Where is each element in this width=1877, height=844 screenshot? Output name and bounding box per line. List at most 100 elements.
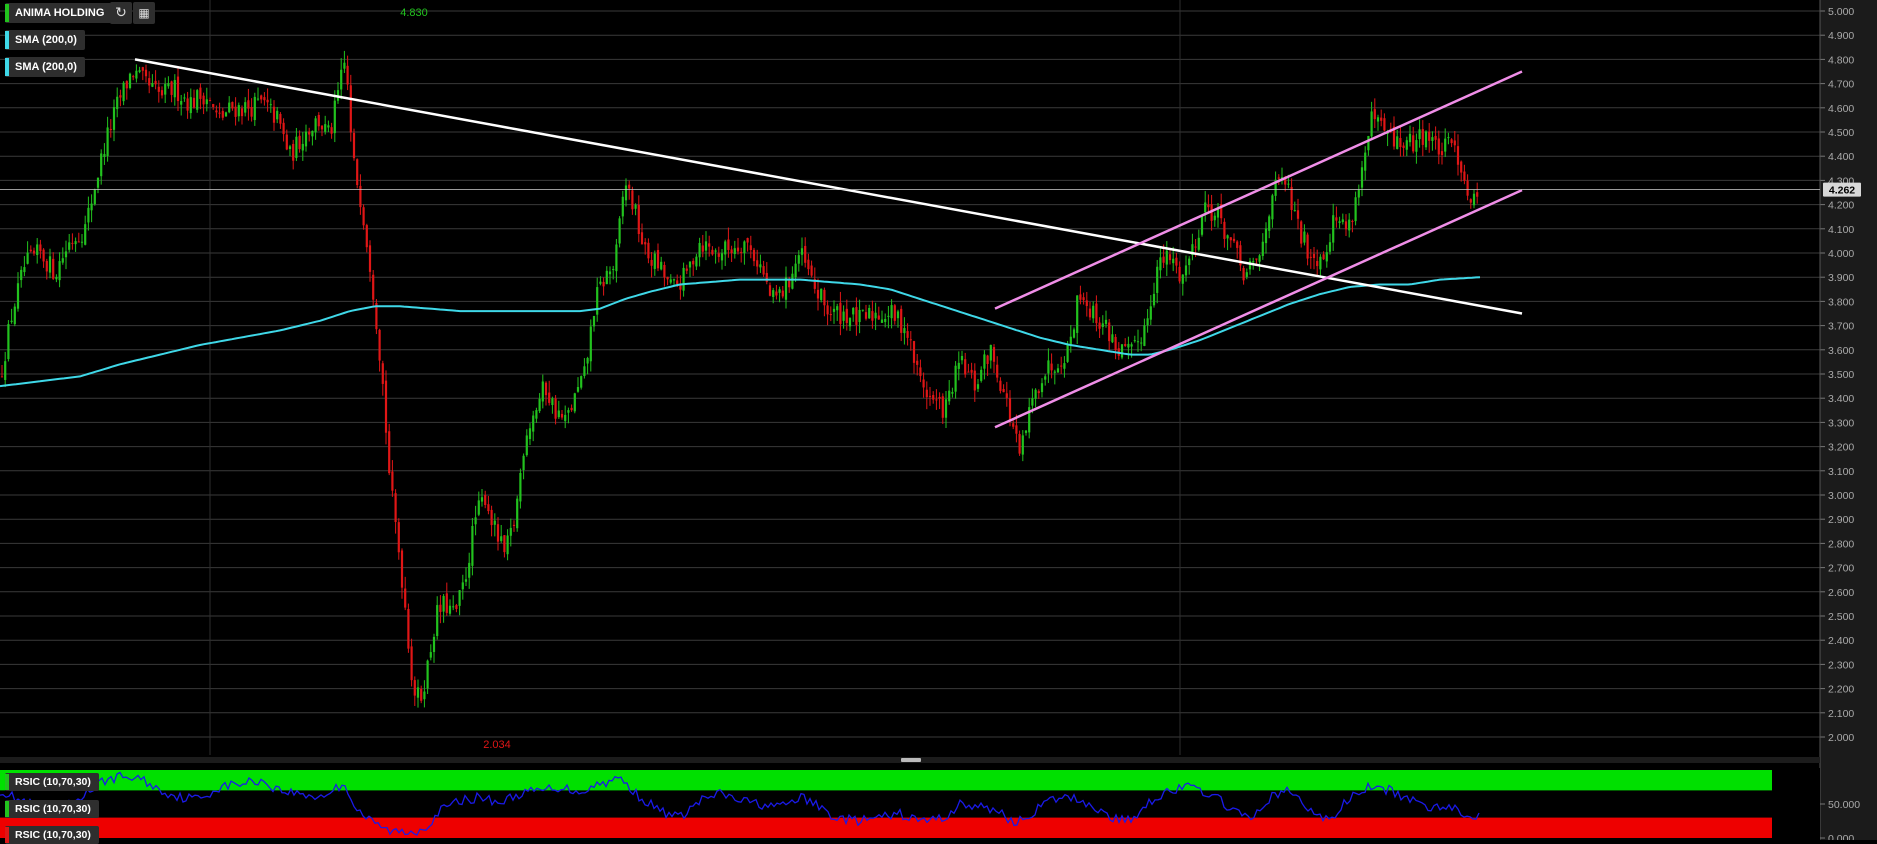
- candle-body: [1088, 308, 1092, 318]
- candle-body: [1056, 368, 1060, 373]
- candle-body: [605, 270, 608, 285]
- y-tick-label: 2.000: [1828, 732, 1854, 744]
- candle-body: [580, 376, 583, 388]
- y-tick-label: 2.600: [1828, 587, 1854, 599]
- indicator-tag-sma-2[interactable]: SMA (200,0): [5, 57, 85, 77]
- candle-body: [346, 65, 349, 85]
- candle-body: [628, 184, 631, 189]
- candle-body: [1258, 255, 1261, 262]
- candle-body: [650, 259, 653, 266]
- candle-body: [772, 290, 775, 297]
- candle-body: [26, 252, 29, 264]
- candle-body: [701, 245, 704, 252]
- candle-body: [340, 69, 343, 90]
- candle-body: [564, 414, 567, 422]
- candle-body: [1050, 363, 1053, 371]
- candle-body: [39, 244, 42, 252]
- rsi-tag-1[interactable]: RSIC (10,70,30): [5, 773, 99, 791]
- price-chart[interactable]: 5.0004.9004.8004.7004.6004.5004.4004.300…: [0, 0, 1877, 840]
- candle-body: [61, 258, 64, 263]
- y-tick-label: 4.600: [1828, 103, 1854, 115]
- candle-body: [292, 143, 295, 161]
- candle-body: [352, 132, 356, 159]
- candle-body: [964, 359, 967, 375]
- candle-body: [1476, 192, 1479, 197]
- candle-body: [135, 70, 138, 79]
- candle-body: [330, 127, 333, 134]
- candle-body: [586, 357, 589, 364]
- candle-body: [596, 287, 599, 315]
- candle-body: [228, 102, 231, 113]
- candle-body: [836, 306, 839, 311]
- rsi-tag-3[interactable]: RSIC (10,70,30): [5, 826, 99, 844]
- candle-body: [788, 280, 791, 288]
- candle-body: [36, 244, 39, 255]
- candle-body: [858, 309, 861, 323]
- candle-body: [804, 245, 807, 263]
- candle-body: [1159, 257, 1162, 271]
- candle-body: [42, 249, 45, 262]
- candle-body: [253, 96, 256, 121]
- y-tick-label: 2.200: [1828, 684, 1854, 696]
- indicator-tag-sma-1[interactable]: SMA (200,0): [5, 30, 85, 50]
- y-tick-label: 3.500: [1828, 369, 1854, 381]
- candle-body: [1207, 204, 1210, 208]
- candle-body: [141, 67, 144, 71]
- rsi-tag-2[interactable]: RSIC (10,70,30): [5, 800, 99, 818]
- candle-body: [327, 125, 330, 128]
- sma-color-bar: [5, 31, 9, 49]
- candle-body: [884, 318, 887, 322]
- rsi-color-bar: [5, 827, 9, 843]
- candle-body: [1271, 195, 1274, 220]
- candle-body: [388, 431, 391, 474]
- candle-body: [1431, 137, 1434, 141]
- candle-body: [1248, 260, 1252, 270]
- candle-body: [976, 384, 980, 389]
- candle-body: [676, 280, 679, 285]
- candle-body: [752, 249, 756, 262]
- candle-body: [794, 263, 797, 278]
- candle-body: [240, 108, 244, 117]
- candle-body: [1146, 318, 1149, 326]
- candle-body: [1319, 256, 1322, 270]
- candle-body: [938, 396, 941, 399]
- candle-body: [436, 605, 439, 637]
- candle-body: [1149, 306, 1152, 320]
- candle-body: [13, 306, 16, 325]
- candle-body: [1101, 323, 1104, 327]
- candle-body: [560, 413, 564, 418]
- candle-body: [1463, 171, 1466, 181]
- candle-body: [576, 387, 580, 392]
- y-tick-label: 4.000: [1828, 248, 1854, 260]
- y-tick-label: 3.700: [1828, 321, 1854, 333]
- candle-body: [1412, 135, 1415, 152]
- candle-body: [221, 110, 224, 118]
- candle-body: [282, 122, 285, 135]
- candle-body: [279, 113, 282, 124]
- candle-body: [122, 82, 125, 102]
- candle-body: [384, 380, 388, 433]
- candle-body: [845, 308, 848, 323]
- candle-body: [877, 315, 880, 320]
- candle-body: [663, 264, 666, 278]
- candle-body: [304, 131, 308, 147]
- refresh-icon[interactable]: ↻: [110, 2, 132, 24]
- y-tick-label: 2.500: [1828, 611, 1854, 623]
- symbol-tag[interactable]: ANIMA HOLDING: [5, 3, 113, 23]
- y-tick-label: 4.700: [1828, 79, 1854, 91]
- candle-body: [276, 110, 279, 120]
- candle-body: [1136, 341, 1140, 343]
- candle-body: [1140, 342, 1143, 344]
- candle-body: [394, 493, 397, 523]
- candle-body: [1460, 161, 1463, 173]
- candle-body: [368, 245, 372, 272]
- candle-body: [948, 390, 951, 402]
- candle-body: [692, 260, 695, 265]
- candle-body: [932, 395, 935, 400]
- candle-body: [490, 509, 493, 526]
- candle-body: [423, 691, 426, 700]
- candle-body: [1133, 340, 1136, 342]
- calendar-icon[interactable]: ▦: [133, 2, 155, 24]
- candle-body: [247, 100, 250, 109]
- candle-body: [480, 497, 484, 502]
